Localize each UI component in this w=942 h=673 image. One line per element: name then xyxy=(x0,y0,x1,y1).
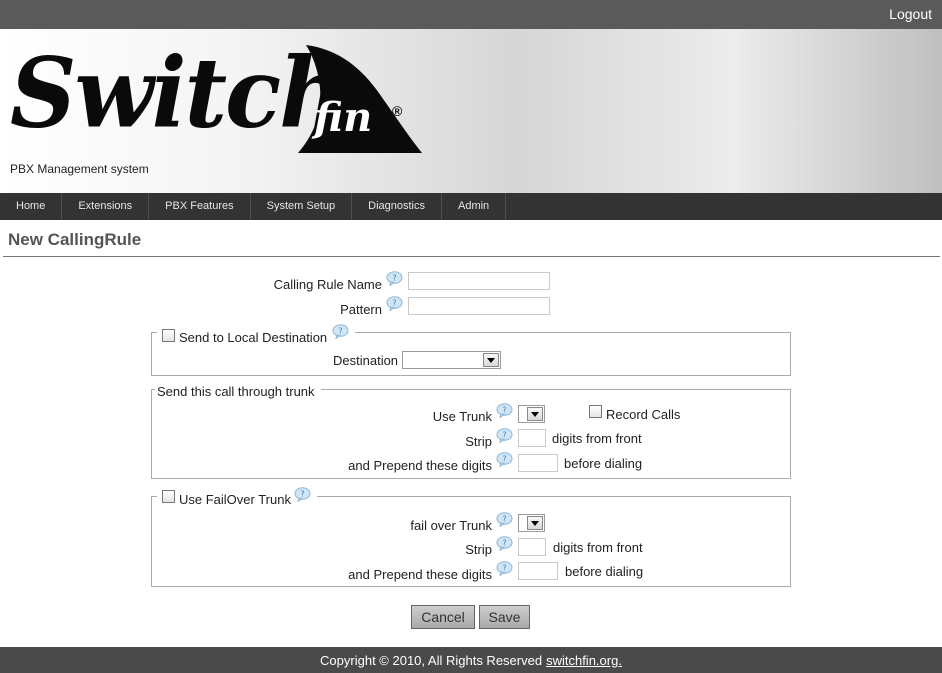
failover-prepend-input[interactable] xyxy=(518,562,558,580)
destination-select[interactable] xyxy=(402,351,501,369)
help-bubble-icon[interactable]: ? xyxy=(496,452,513,467)
svg-text:?: ? xyxy=(392,274,396,283)
copyright-text: Copyright © 2010, All Rights Reserved xyxy=(320,652,543,668)
failover-trunk-label: fail over Trunk xyxy=(410,518,492,533)
svg-text:?: ? xyxy=(502,406,506,415)
failover-strip-label: Strip xyxy=(465,542,492,557)
failover-trunk-select[interactable] xyxy=(518,514,545,532)
brand-banner: Switch fin ® PBX Management system xyxy=(0,29,942,193)
nav-item-extensions[interactable]: Extensions xyxy=(62,193,150,220)
strip-label: Strip xyxy=(465,434,492,449)
failover-checkbox[interactable] xyxy=(162,490,175,503)
nav-item-system-setup[interactable]: System Setup xyxy=(251,193,353,220)
logo-wordmark: Switch xyxy=(10,36,346,150)
svg-text:?: ? xyxy=(392,299,396,308)
calling-rule-name-label: Calling Rule Name xyxy=(273,277,382,292)
failover-label: Use FailOver Trunk xyxy=(179,492,291,507)
logout-link[interactable]: Logout xyxy=(889,6,932,22)
fin-logo-icon: fin xyxy=(298,45,422,153)
local-destination-label: Send to Local Destination xyxy=(179,330,328,345)
cancel-button[interactable]: Cancel xyxy=(411,605,475,629)
title-divider xyxy=(3,256,940,257)
help-bubble-icon[interactable]: ? xyxy=(496,536,513,551)
prepend-label: and Prepend these digits xyxy=(348,458,492,473)
local-destination-checkbox[interactable] xyxy=(162,329,175,342)
record-calls-label: Record Calls xyxy=(606,407,681,422)
help-bubble-icon[interactable]: ? xyxy=(496,512,513,527)
failover-prepend-label: and Prepend these digits xyxy=(348,567,492,582)
prepend-suffix-label: before dialing xyxy=(564,456,643,471)
page-title: New CallingRule xyxy=(8,230,142,249)
top-bar: Logout xyxy=(0,0,942,29)
calling-rule-name-input[interactable] xyxy=(408,272,550,290)
help-bubble-icon[interactable]: ? xyxy=(386,296,403,311)
use-trunk-label: Use Trunk xyxy=(432,409,492,424)
strip-digits-input[interactable] xyxy=(518,429,546,447)
nav-item-diagnostics[interactable]: Diagnostics xyxy=(352,193,442,220)
failover-strip-input[interactable] xyxy=(518,538,546,556)
help-bubble-icon[interactable]: ? xyxy=(294,487,311,502)
chevron-down-icon xyxy=(527,407,543,421)
destination-label: Destination xyxy=(333,353,399,368)
failover-strip-suffix: digits from front xyxy=(553,540,643,555)
trunk-legend: Send this call through trunk xyxy=(157,384,315,399)
svg-text:?: ? xyxy=(502,539,506,548)
record-calls-checkbox[interactable] xyxy=(589,405,602,418)
svg-text:?: ? xyxy=(300,490,304,499)
switchfin-link[interactable]: switchfin.org. xyxy=(546,653,622,668)
svg-text:?: ? xyxy=(502,431,506,440)
help-bubble-icon[interactable]: ? xyxy=(332,324,349,339)
save-button[interactable]: Save xyxy=(479,605,530,629)
strip-suffix-label: digits from front xyxy=(552,431,642,446)
logo-fin-text: fin xyxy=(311,94,372,141)
nav-item-pbx-features[interactable]: PBX Features xyxy=(149,193,251,220)
use-trunk-select[interactable] xyxy=(518,405,545,423)
nav-item-home[interactable]: Home xyxy=(0,193,63,220)
svg-text:?: ? xyxy=(502,515,506,524)
nav-item-admin[interactable]: Admin xyxy=(442,193,507,220)
help-bubble-icon[interactable]: ? xyxy=(496,561,513,576)
svg-text:?: ? xyxy=(502,564,506,573)
help-bubble-icon[interactable]: ? xyxy=(496,428,513,443)
pattern-input[interactable] xyxy=(408,297,550,315)
pattern-label: Pattern xyxy=(340,302,382,317)
chevron-down-icon xyxy=(527,516,543,530)
registered-mark: ® xyxy=(392,103,403,119)
help-bubble-icon[interactable]: ? xyxy=(386,271,403,286)
chevron-down-icon xyxy=(483,353,499,367)
svg-text:?: ? xyxy=(502,455,506,464)
prepend-digits-input[interactable] xyxy=(518,454,558,472)
brand-subtitle: PBX Management system xyxy=(10,162,149,176)
help-bubble-icon[interactable]: ? xyxy=(496,403,513,418)
footer: Copyright © 2010, All Rights Reserved sw… xyxy=(0,647,942,673)
main-nav: Home Extensions PBX Features System Setu… xyxy=(0,193,942,220)
svg-text:?: ? xyxy=(338,327,342,336)
failover-prepend-suffix: before dialing xyxy=(565,564,644,579)
